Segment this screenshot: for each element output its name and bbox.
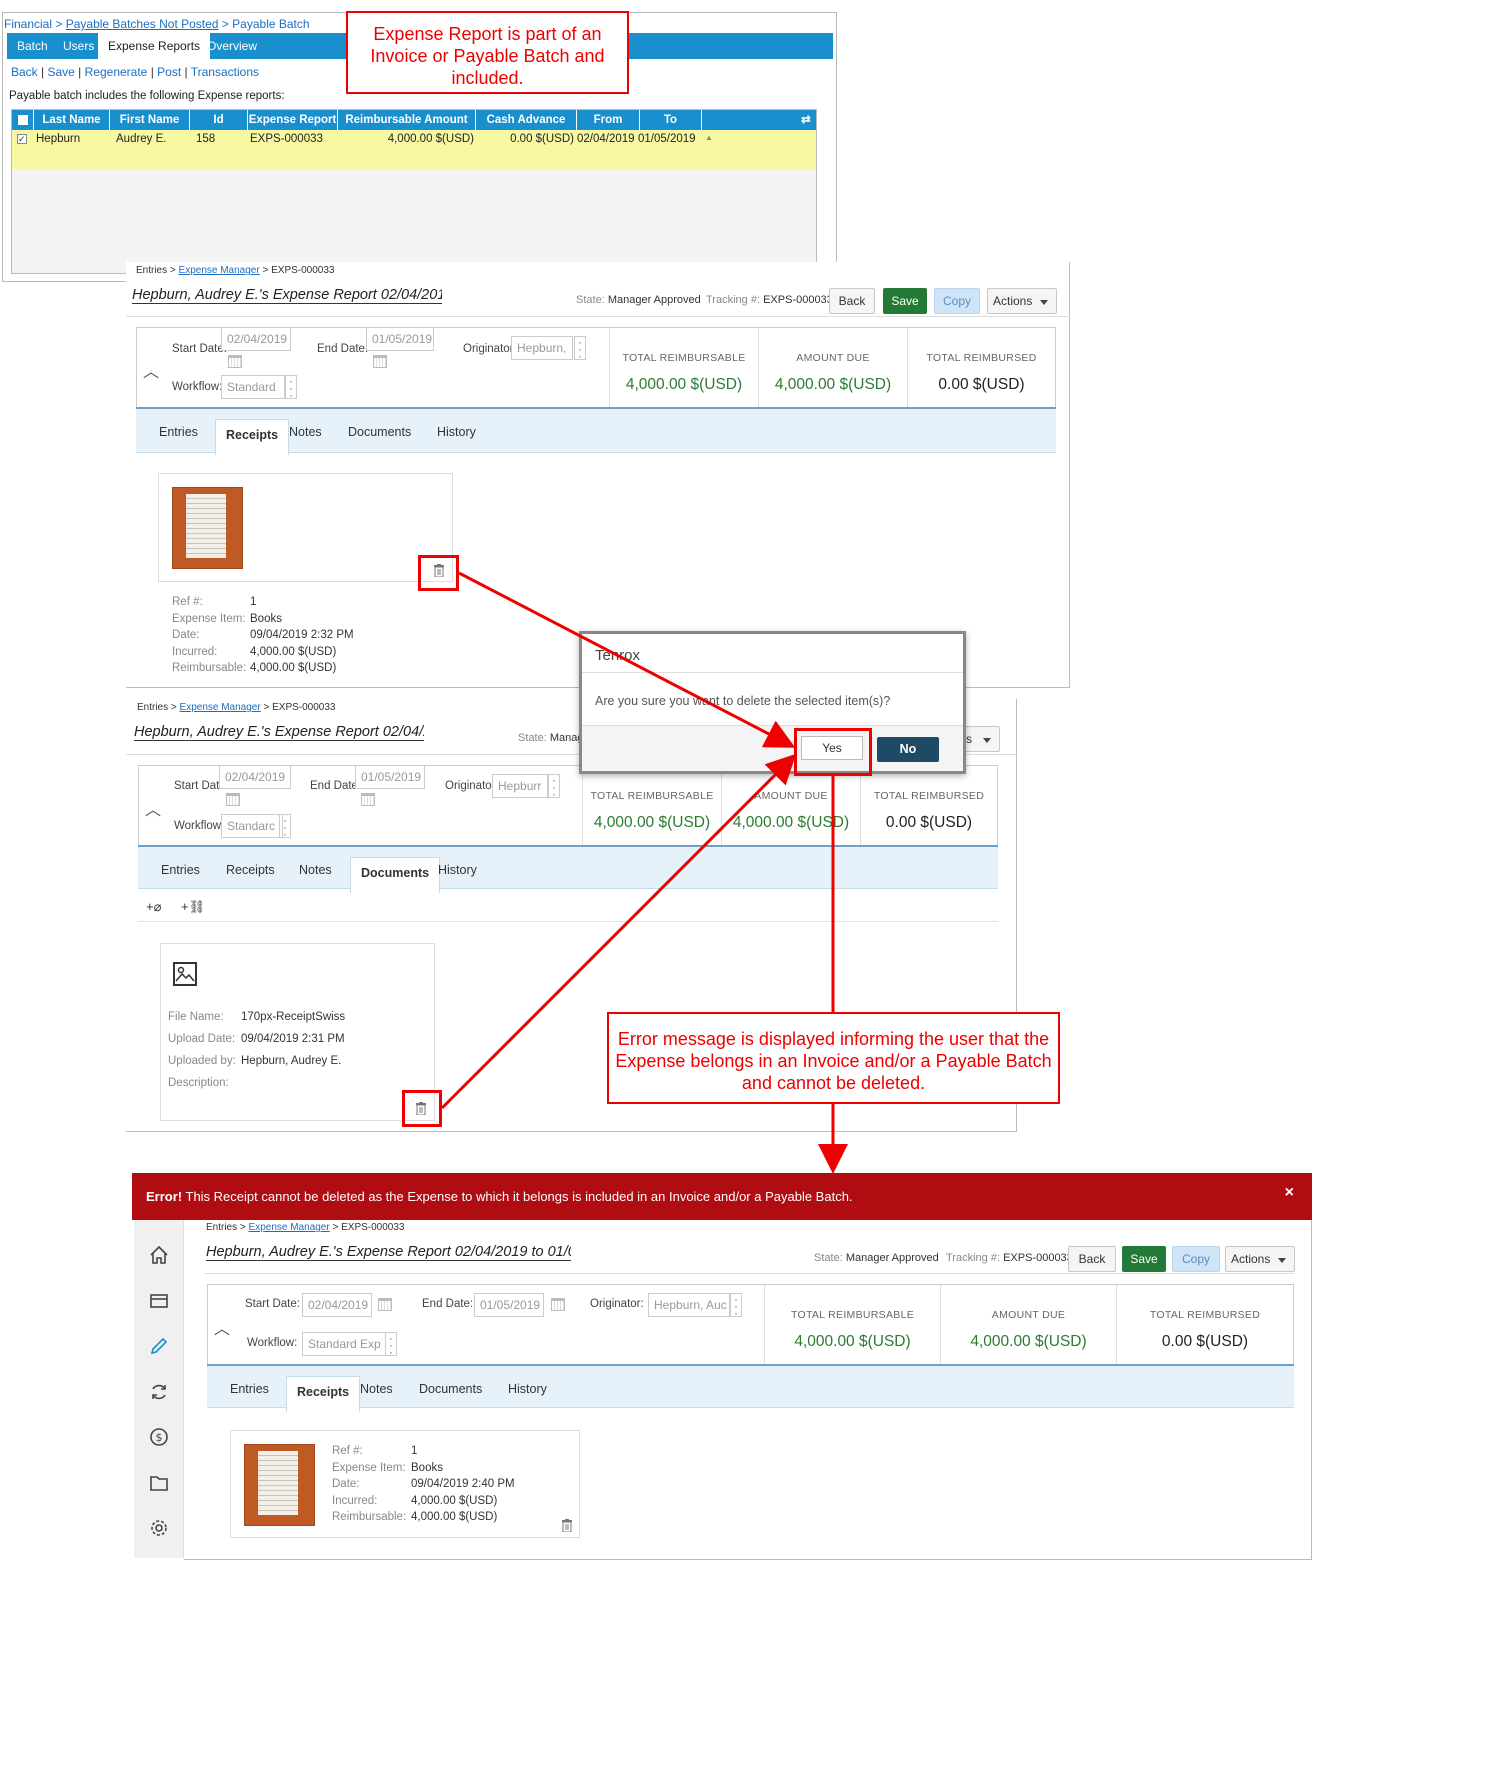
annotation-arrows <box>440 571 848 1174</box>
